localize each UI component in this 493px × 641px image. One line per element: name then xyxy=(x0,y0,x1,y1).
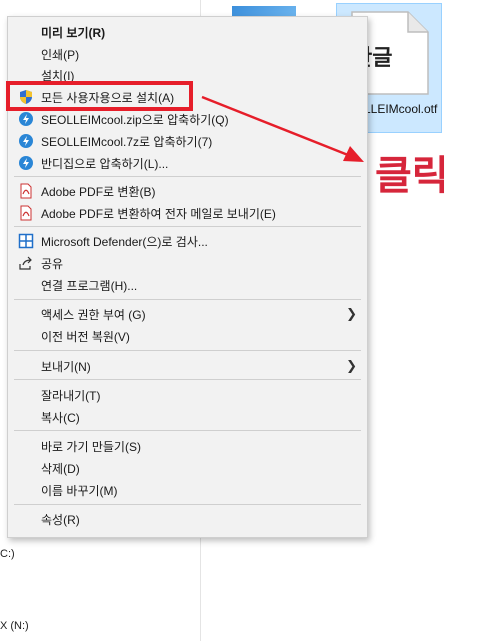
pointer-arrow-icon xyxy=(201,95,364,162)
click-annotation: 클릭 xyxy=(375,153,449,199)
